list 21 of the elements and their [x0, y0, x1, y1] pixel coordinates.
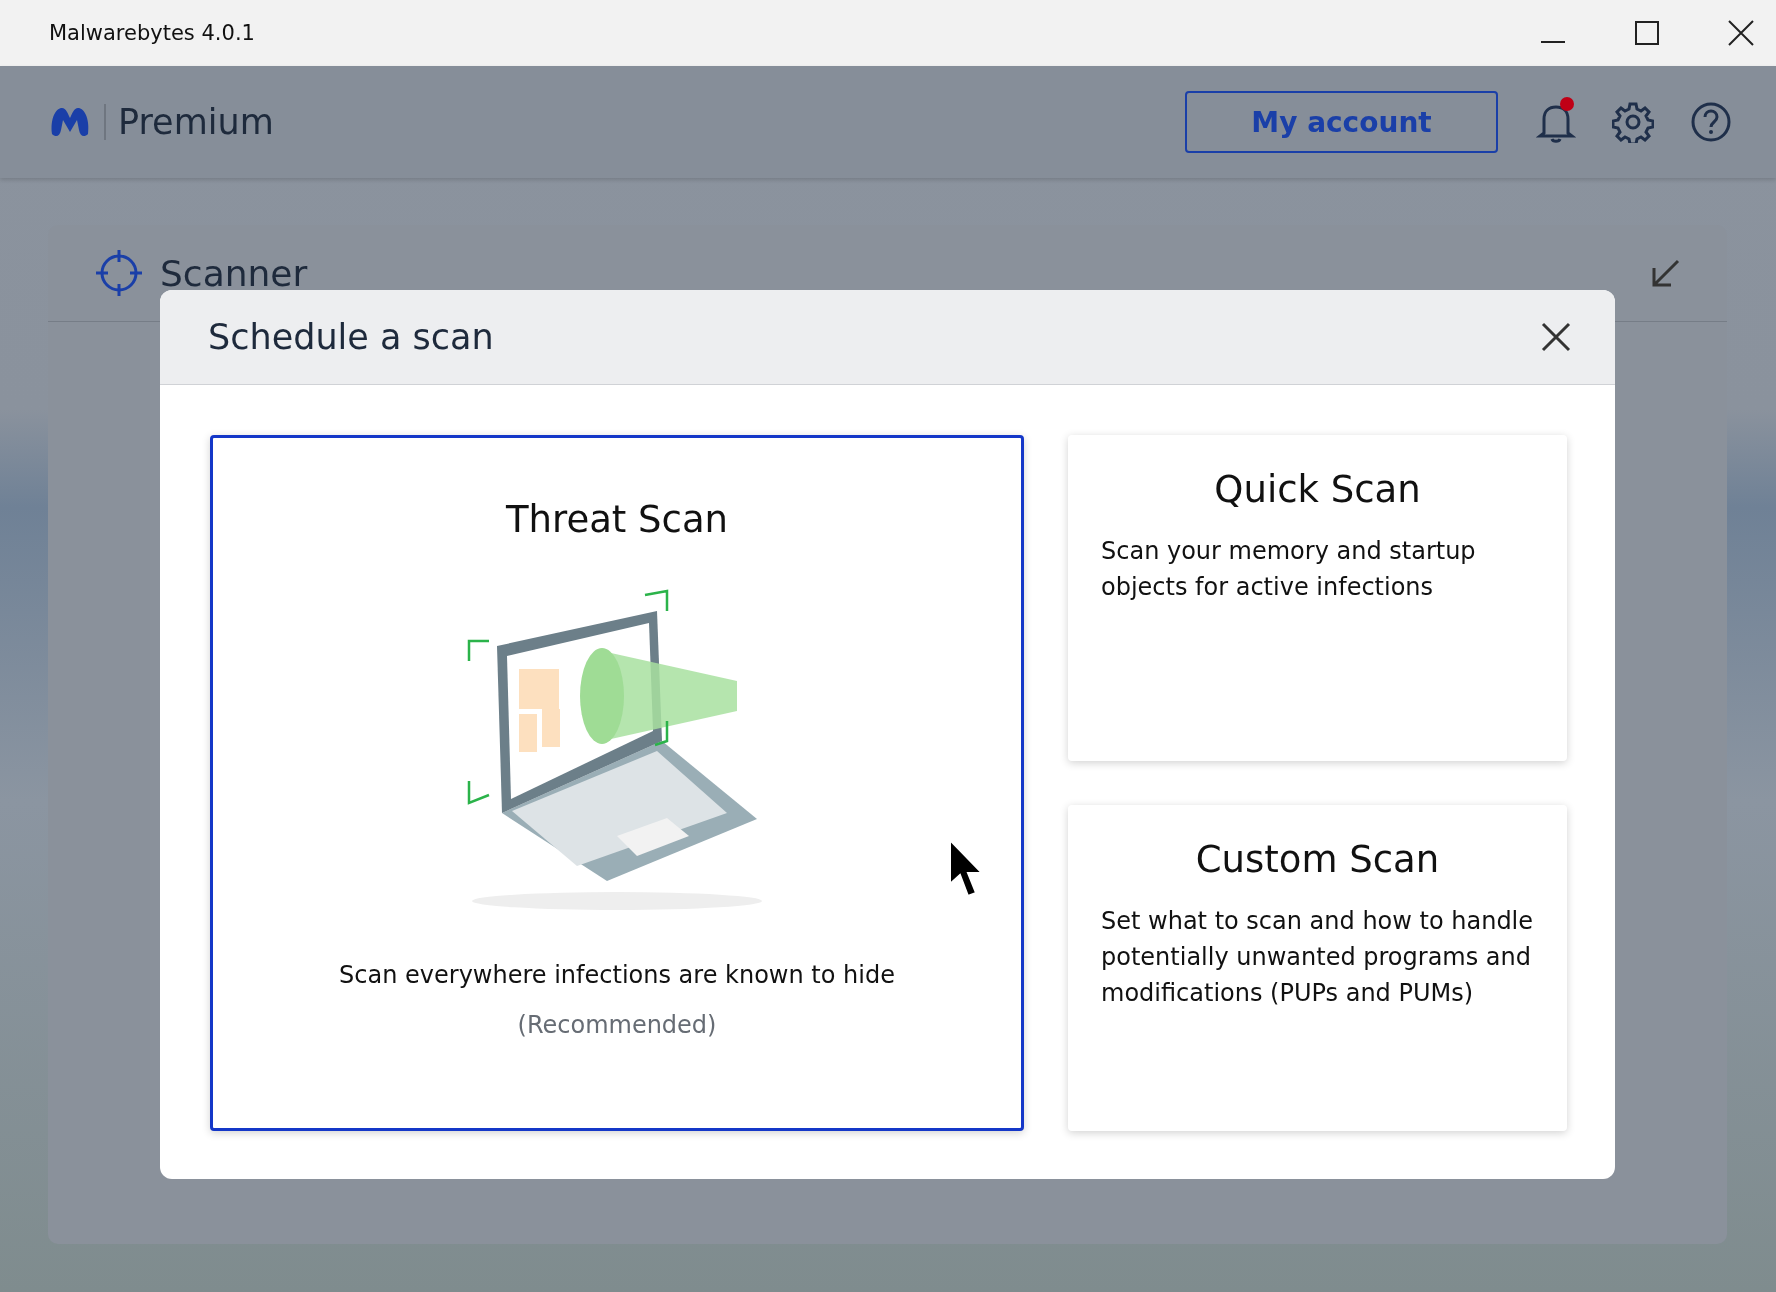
scan-title: Custom Scan — [1194, 838, 1441, 881]
panel-title: Scanner — [160, 252, 308, 294]
scan-option-card[interactable]: Threat Scan Scan everywhere infections are known to hide (Recommended) — [210, 435, 1024, 1131]
product-name: Premium — [118, 102, 274, 142]
scan-title: Threat Scan — [505, 498, 729, 541]
scan-title: Quick Scan — [1213, 468, 1422, 511]
scan-description: Set what to scan and how to handle potentially unwanted programs and modifications (PUPs and PUMs) — [1101, 906, 1534, 1009]
scan-option-card[interactable]: Custom Scan Set what to scan and how to handle potentially unwanted programs and modifications (PUPs and PUMs) — [1068, 805, 1567, 1131]
scan-description: Scan everywhere infections are known to hide — [339, 961, 895, 989]
help-icon[interactable] — [1690, 101, 1732, 143]
window-title: Malwarebytes 4.0.1 — [49, 21, 255, 45]
recommended-note: (Recommended) — [517, 1011, 717, 1039]
crosshair-icon — [94, 248, 144, 298]
close-icon[interactable] — [1541, 322, 1571, 352]
scan-description: Scan your memory and startup objects for active infections — [1101, 536, 1477, 603]
close-icon[interactable] — [1728, 20, 1754, 46]
maximize-icon[interactable] — [1634, 20, 1660, 46]
settings-icon[interactable] — [1612, 101, 1654, 143]
dialog-title: Schedule a scan — [208, 317, 494, 357]
collapse-arrow-icon[interactable] — [1651, 258, 1681, 288]
scan-option-card[interactable]: Quick Scan Scan your memory and startup objects for active infections — [1068, 435, 1567, 761]
